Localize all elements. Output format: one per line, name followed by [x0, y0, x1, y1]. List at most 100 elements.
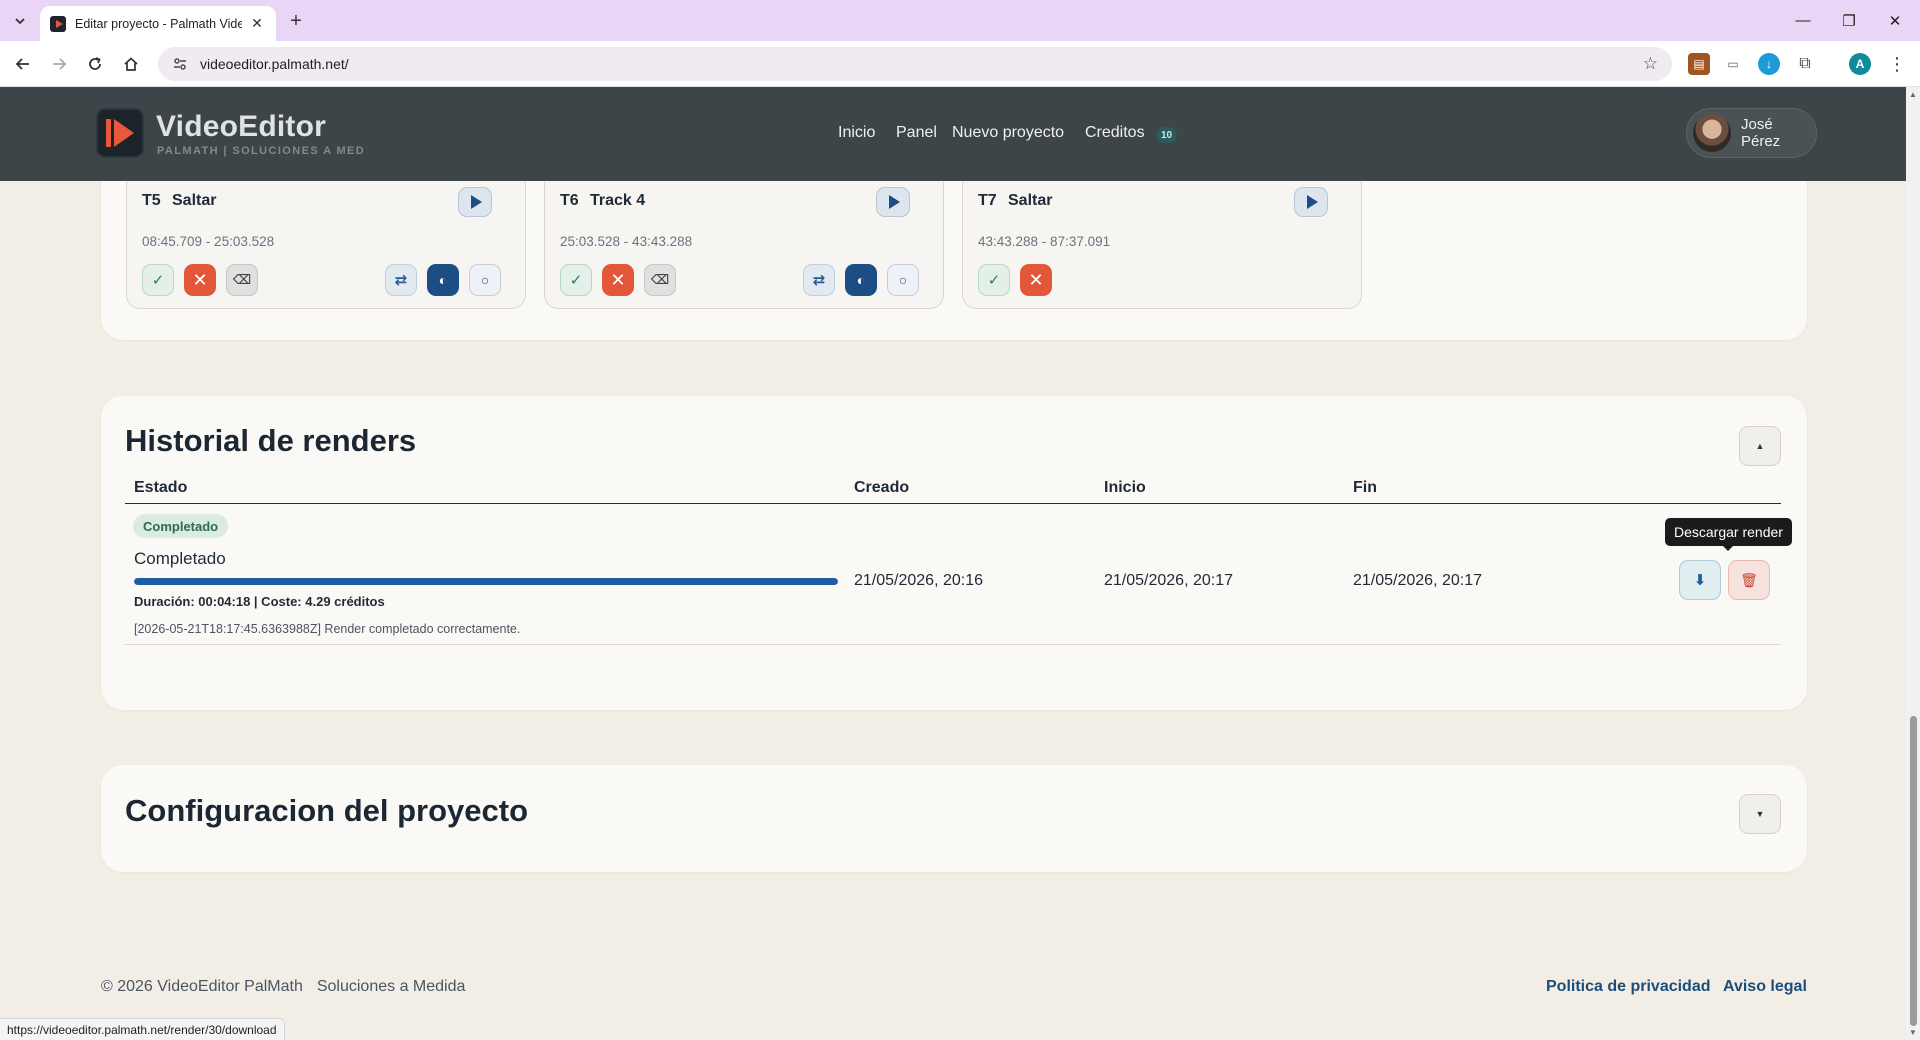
project-config-card: Configuracion del proyecto ▼: [101, 765, 1807, 872]
nav-link-inicio[interactable]: Inicio: [838, 124, 875, 142]
user-menu-button[interactable]: José Pérez: [1686, 108, 1817, 158]
cell-end: 21/05/2026, 20:17: [1353, 572, 1483, 589]
extensions-puzzle-icon[interactable]: ⧉: [1794, 53, 1816, 75]
footer-tagline: Soluciones a Medida: [316, 978, 466, 995]
brand-tagline: PALMATH | SOLUCIONES A MED: [157, 145, 366, 157]
new-tab-plus-icon[interactable]: +: [283, 9, 309, 33]
erase-backspace-icon[interactable]: ⌫: [226, 264, 258, 296]
footer-copyright: © 2026 VideoEditor PalMath Soluciones a M…: [101, 978, 465, 996]
track-time-range: 43:43.288 - 87:37.091: [978, 234, 1111, 249]
download-render-icon[interactable]: ⬇: [1679, 560, 1721, 600]
collapse-caret-up-icon[interactable]: ▲: [1739, 426, 1781, 466]
tab-title: Editar proyecto - Palmath VideoEditor: [75, 16, 242, 31]
table-row: Completado Completado Duración: 00:04:18…: [125, 504, 1792, 645]
site-header: VideoEditor PALMATH | SOLUCIONES A MED I…: [0, 87, 1906, 181]
footer-copyright-text: © 2026 VideoEditor PalMath: [101, 978, 303, 995]
back-arrow-icon[interactable]: [8, 49, 38, 79]
section-title-history: Historial de renders: [125, 423, 417, 458]
nav-link-panel[interactable]: Panel: [896, 124, 937, 142]
restore-icon[interactable]: ❐: [1826, 0, 1872, 41]
expand-caret-down-icon[interactable]: ▼: [1739, 794, 1781, 834]
accept-check-icon[interactable]: ✓: [978, 264, 1010, 296]
reject-x-icon[interactable]: ✕: [184, 264, 216, 296]
url-text: videoeditor.palmath.net/: [200, 56, 349, 72]
videoeditor-logo-icon[interactable]: [96, 108, 144, 158]
download-extension-icon[interactable]: ↓: [1758, 53, 1780, 75]
column-inicio: Inicio: [1104, 479, 1146, 496]
erase-backspace-icon[interactable]: ⌫: [644, 264, 676, 296]
track-id: T7: [978, 192, 997, 209]
render-duration-cost: Duración: 00:04:18 | Coste: 4.29 crédito…: [134, 594, 385, 609]
track-time-range: 08:45.709 - 25:03.528: [142, 234, 275, 249]
extension-orange-icon[interactable]: ▤: [1688, 53, 1710, 75]
minimize-icon[interactable]: —: [1780, 0, 1826, 41]
delete-trash-icon[interactable]: 🗑: [1728, 560, 1770, 600]
render-log-line: [2026-05-21T18:17:45.6363988Z] Render co…: [134, 622, 521, 636]
circle-outline-icon[interactable]: ○: [469, 264, 501, 296]
track-id: T6: [560, 192, 579, 209]
play-icon[interactable]: [1294, 187, 1328, 217]
render-progress-bar: [134, 578, 838, 585]
scroll-down-arrow-icon[interactable]: ▼: [1909, 1028, 1917, 1037]
footer-link-privacy[interactable]: Politica de privacidad: [1546, 978, 1711, 996]
section-title-config: Configuracion del proyecto: [125, 793, 529, 828]
browser-tab-active[interactable]: Editar proyecto - Palmath VideoEditor ✕: [40, 6, 276, 41]
track-time-range: 25:03.528 - 43:43.288: [560, 234, 693, 249]
window-close-icon[interactable]: ✕: [1872, 0, 1918, 41]
render-progress-fill: [134, 578, 838, 585]
download-tooltip: Descargar render: [1665, 518, 1792, 551]
page-scrollbar[interactable]: ▲ ▼: [1906, 87, 1920, 1040]
track-card-t5: T5 Saltar 08:45.709 - 25:03.528 ✓ ✕ ⌫ ⇄ …: [126, 181, 526, 309]
browser-toolbar: videoeditor.palmath.net/ ☆ ▤ ▭ ↓ ⧉ A ⋮: [0, 41, 1920, 87]
cell-start: 21/05/2026, 20:17: [1104, 572, 1234, 589]
tab-search-chevron-icon[interactable]: [8, 9, 32, 33]
table-header: Estado Creado Inicio Fin: [125, 471, 1781, 504]
bookmark-star-icon[interactable]: ☆: [1643, 54, 1658, 74]
column-creado: Creado: [854, 479, 910, 496]
play-icon[interactable]: [876, 187, 910, 217]
column-fin: Fin: [1353, 479, 1377, 496]
half-circle-toggle-icon[interactable]: ◐: [845, 264, 877, 296]
address-bar[interactable]: videoeditor.palmath.net/ ☆: [158, 47, 1672, 81]
swap-arrows-icon[interactable]: ⇄: [803, 264, 835, 296]
site-info-icon[interactable]: [172, 56, 188, 72]
footer-link-legal[interactable]: Aviso legal: [1723, 978, 1807, 996]
extension-screen-icon[interactable]: ▭: [1722, 53, 1744, 75]
browser-tab-bar: Editar proyecto - Palmath VideoEditor ✕ …: [0, 0, 1920, 41]
scroll-up-arrow-icon[interactable]: ▲: [1909, 90, 1917, 99]
track-name: Track 4: [590, 192, 646, 209]
reload-icon[interactable]: [80, 49, 110, 79]
reject-x-icon[interactable]: ✕: [602, 264, 634, 296]
browser-menu-icon[interactable]: ⋮: [1887, 51, 1907, 77]
reject-x-icon[interactable]: ✕: [1020, 264, 1052, 296]
swap-arrows-icon[interactable]: ⇄: [385, 264, 417, 296]
cell-created: 21/05/2026, 20:16: [854, 572, 984, 589]
nav-link-nuevo-proyecto[interactable]: Nuevo proyecto: [952, 124, 1064, 142]
half-circle-toggle-icon[interactable]: ◐: [427, 264, 459, 296]
status-badge: Completado: [133, 514, 229, 538]
link-status-url: https://videoeditor.palmath.net/render/3…: [0, 1018, 285, 1040]
scrollbar-thumb[interactable]: [1910, 716, 1917, 1026]
tab-close-icon[interactable]: ✕: [248, 15, 266, 33]
render-history-card: Historial de renders ▲ Estado Creado Ini…: [101, 396, 1807, 710]
brand-name[interactable]: VideoEditor: [156, 110, 326, 144]
forward-arrow-icon[interactable]: [44, 49, 74, 79]
play-icon[interactable]: [458, 187, 492, 217]
render-status-text: Completado: [134, 549, 226, 568]
track-card-t6: T6 Track 4 25:03.528 - 43:43.288 ✓ ✕ ⌫ ⇄…: [544, 181, 944, 309]
site-favicon-icon: [50, 15, 66, 32]
track-card-t7: T7 Saltar 43:43.288 - 87:37.091 ✓ ✕: [962, 181, 1362, 309]
user-avatar: [1693, 114, 1731, 152]
accept-check-icon[interactable]: ✓: [560, 264, 592, 296]
page-viewport: T5 Saltar 08:45.709 - 25:03.528 ✓ ✕ ⌫ ⇄ …: [0, 87, 1920, 1040]
profile-avatar[interactable]: A: [1849, 53, 1871, 75]
user-name: José Pérez: [1740, 116, 1781, 150]
circle-outline-icon[interactable]: ○: [887, 264, 919, 296]
accept-check-icon[interactable]: ✓: [142, 264, 174, 296]
home-icon[interactable]: [116, 49, 146, 79]
track-name: Saltar: [1008, 192, 1053, 209]
track-name: Saltar: [172, 192, 217, 209]
nav-link-creditos[interactable]: Creditos: [1085, 124, 1145, 142]
track-id: T5: [142, 192, 161, 209]
credits-count-badge: 10: [1156, 127, 1178, 143]
